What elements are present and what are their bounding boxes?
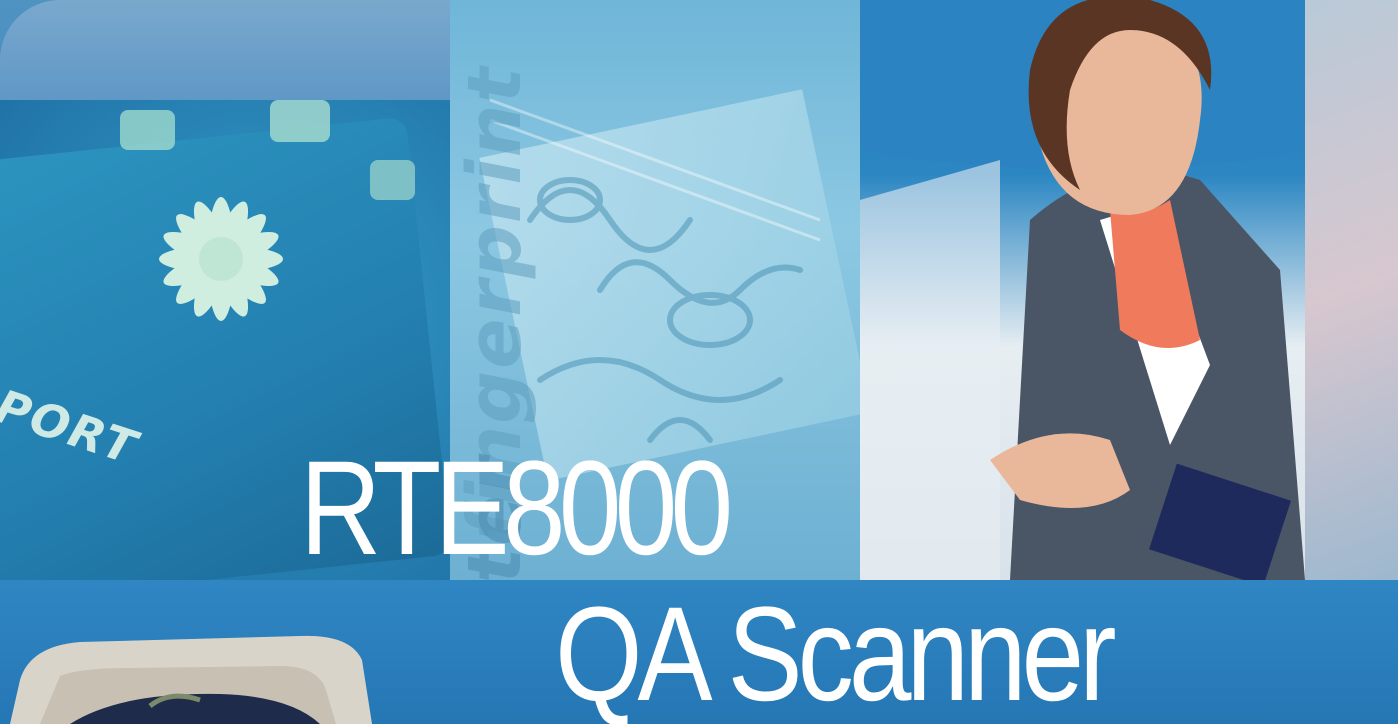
- product-title-model: RTE8000: [300, 434, 733, 583]
- emblem-dots: [120, 100, 415, 200]
- right-edge-strip: [1305, 0, 1398, 580]
- product-title-type: QA Scanner: [555, 580, 1117, 724]
- woman-holding-passport: [860, 0, 1305, 580]
- traveler-photo: [860, 0, 1305, 580]
- scanner-device-icon: [10, 635, 372, 724]
- product-banner: PORT fingerprint enter RTE8000 QA Scanne…: [0, 0, 1398, 724]
